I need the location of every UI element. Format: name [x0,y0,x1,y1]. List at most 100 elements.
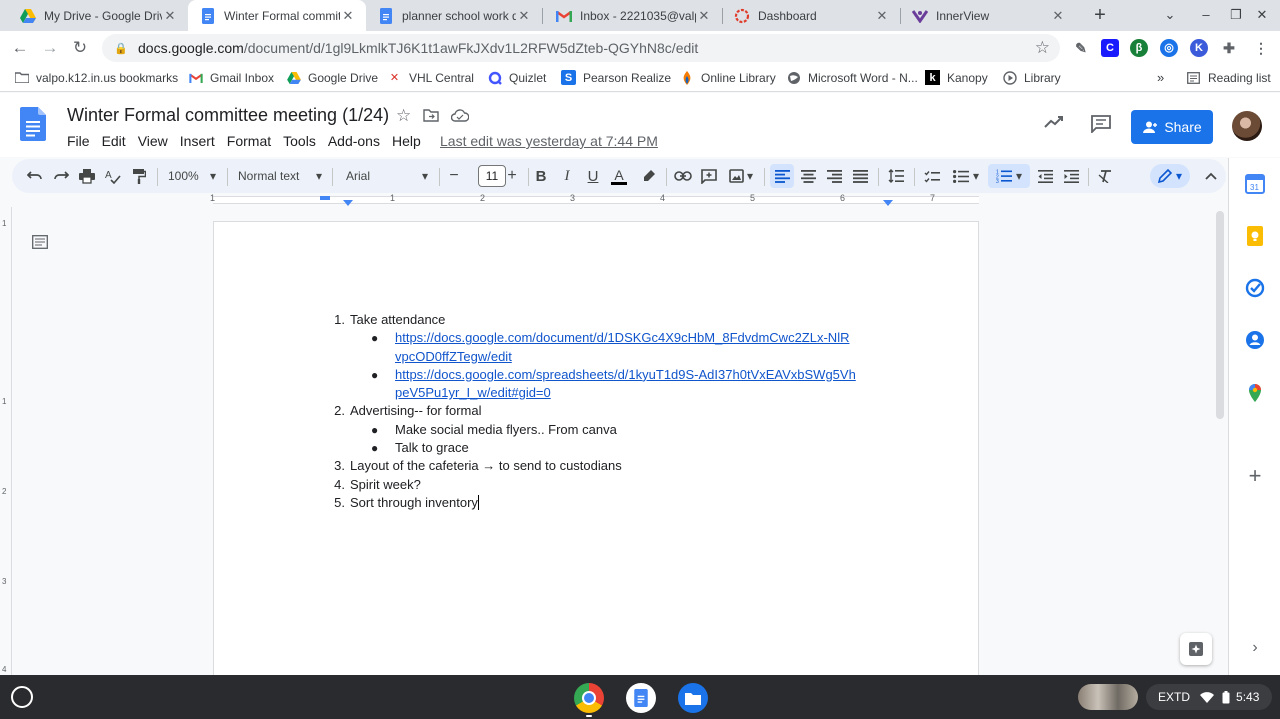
paragraph-style-select[interactable]: Normal text ▾ [234,164,326,188]
bookmark-online-library[interactable]: Online Library [679,70,776,85]
browser-menu-icon[interactable]: ⋮ [1252,39,1270,57]
decrease-indent-icon[interactable] [1034,164,1056,188]
document-title[interactable]: Winter Formal committee meeting (1/24) [67,105,389,126]
font-family-select[interactable]: Arial ▾ [342,164,432,188]
menu-insert[interactable]: Insert [180,133,215,149]
bookmark-folder-valpo[interactable]: valpo.k12.in.us bookmarks [14,70,178,85]
new-tab-icon[interactable]: + [1088,3,1112,27]
text-color-icon[interactable]: A [608,164,630,188]
cloud-saved-icon[interactable] [450,109,470,127]
paint-format-icon[interactable] [128,164,150,188]
menu-tools[interactable]: Tools [283,133,316,149]
menu-format[interactable]: Format [227,133,271,149]
attendance-sheet-link[interactable]: https://docs.google.com/spreadsheets/d/1… [395,367,856,400]
system-tray[interactable]: EXTD 5:43 [1146,684,1272,710]
print-icon[interactable] [76,164,98,188]
extension-circle-icon[interactable]: ◎ [1160,39,1178,57]
bookmark-star-icon[interactable]: ☆ [1035,38,1050,58]
tab-innerview[interactable]: InnerView ✕ [900,0,1076,31]
menu-file[interactable]: File [67,133,90,149]
align-right-icon[interactable] [822,164,846,188]
document-page[interactable]: 1. Take attendance ● https://docs.google… [213,221,979,675]
spellcheck-icon[interactable]: A [102,164,124,188]
contacts-icon[interactable] [1245,330,1265,350]
move-folder-icon[interactable] [423,109,439,127]
get-add-ons-icon[interactable]: + [1245,465,1265,487]
checklist-icon[interactable] [920,164,944,188]
menu-edit[interactable]: Edit [102,133,126,149]
undo-icon[interactable] [24,164,46,188]
tab-winter-formal[interactable]: Winter Formal committ ✕ [188,0,366,31]
left-indent-marker[interactable] [343,200,353,206]
extension-k-icon[interactable]: K [1190,39,1208,57]
docs-logo-icon[interactable] [20,107,46,146]
menu-view[interactable]: View [138,133,168,149]
last-edit-link[interactable]: Last edit was yesterday at 7:44 PM [440,133,658,149]
editing-mode-icon[interactable]: ▾ [1150,164,1190,188]
share-button[interactable]: Share [1131,110,1213,144]
forward-icon[interactable]: → [38,36,62,60]
collapse-menus-icon[interactable] [1200,164,1222,188]
increase-font-size-icon[interactable]: + [502,164,522,188]
align-left-icon[interactable] [770,164,794,188]
bold-icon[interactable]: B [530,164,552,188]
show-side-panel-icon[interactable]: › [1245,638,1265,658]
star-icon[interactable]: ☆ [396,106,411,126]
underline-icon[interactable]: U [582,164,604,188]
decrease-font-size-icon[interactable]: − [444,164,464,188]
insert-image-icon[interactable]: ▾ [724,164,758,188]
tab-planner[interactable]: planner school work do ✕ [366,0,542,31]
highlight-color-icon[interactable] [638,164,660,188]
numbered-list-icon[interactable]: 123 ▾ [988,164,1030,188]
extensions-puzzle-icon[interactable]: ✚ [1220,39,1238,57]
vertical-scrollbar[interactable] [1216,211,1224,419]
attendance-doc-link[interactable]: https://docs.google.com/document/d/1DSKG… [395,330,849,363]
chrome-icon[interactable] [574,683,604,713]
restore-icon[interactable]: ❐ [1226,5,1246,25]
holding-space-thumbnails[interactable] [1078,684,1138,710]
bookmark-vhl-central[interactable]: ✕ VHL Central [387,70,474,85]
close-tab-icon[interactable]: ✕ [874,8,890,24]
clear-formatting-icon[interactable] [1094,164,1116,188]
document-outline-icon[interactable] [32,235,48,251]
tab-search-icon[interactable]: ⌄ [1160,5,1180,25]
keep-icon[interactable] [1245,226,1265,246]
bookmark-google-drive[interactable]: Google Drive [286,70,378,85]
bookmark-quizlet[interactable]: Quizlet [487,70,546,85]
extension-beta-icon[interactable]: β [1130,39,1148,57]
close-tab-icon[interactable]: ✕ [340,8,356,24]
address-bar[interactable]: 🔒 docs.google.com/document/d/1gl9LkmlkTJ… [102,34,1060,62]
bulleted-list-icon[interactable]: ▾ [948,164,984,188]
first-line-indent-marker[interactable] [320,196,330,200]
document-body[interactable]: 1. Take attendance ● https://docs.google… [327,311,887,512]
bookmark-pearson[interactable]: S Pearson Realize [561,70,671,85]
align-center-icon[interactable] [796,164,820,188]
italic-icon[interactable]: I [556,164,578,188]
bookmark-kanopy[interactable]: k Kanopy [925,70,988,85]
menu-add-ons[interactable]: Add-ons [328,133,380,149]
calendar-icon[interactable]: 31 [1245,174,1265,194]
zoom-select[interactable]: 100% ▾ [164,164,220,188]
comments-icon[interactable] [1091,115,1111,138]
close-tab-icon[interactable]: ✕ [162,8,178,24]
reload-icon[interactable]: ↻ [68,36,92,60]
activity-trend-icon[interactable] [1044,115,1064,134]
extension-c-icon[interactable]: C [1101,39,1119,57]
close-tab-icon[interactable]: ✕ [516,8,532,24]
bookmarks-overflow-icon[interactable]: » [1157,70,1164,85]
menu-help[interactable]: Help [392,133,421,149]
redo-icon[interactable] [50,164,72,188]
close-tab-icon[interactable]: ✕ [696,8,712,24]
google-docs-app-icon[interactable] [626,683,656,713]
files-app-icon[interactable] [678,683,708,713]
bookmark-library[interactable]: Library [1002,70,1061,85]
tab-dashboard[interactable]: Dashboard ✕ [722,0,900,31]
avatar[interactable] [1232,111,1262,141]
reading-list-button[interactable]: Reading list [1186,70,1271,85]
close-window-icon[interactable]: ✕ [1252,5,1272,25]
bookmark-gmail[interactable]: Gmail Inbox [188,70,274,85]
line-spacing-icon[interactable] [884,164,908,188]
maps-icon[interactable] [1245,383,1265,403]
tasks-icon[interactable] [1245,278,1265,298]
bookmark-microsoft-word[interactable]: Microsoft Word - N... [786,70,918,85]
